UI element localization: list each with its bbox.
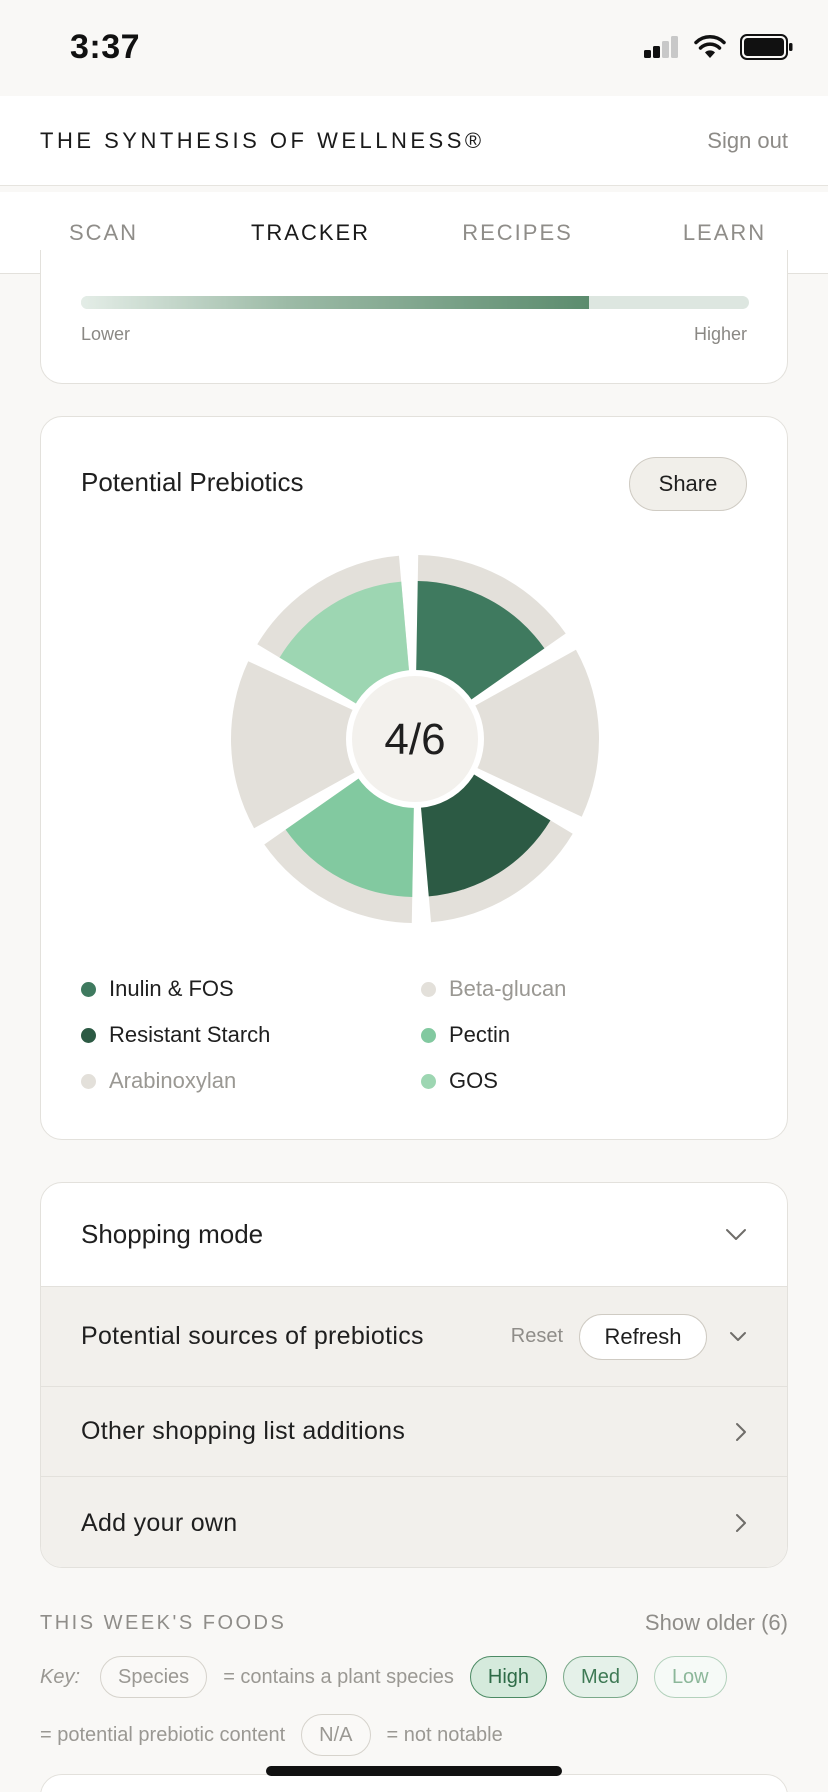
legend-label: Inulin & FOS <box>109 976 234 1001</box>
legend-item: Arabinoxylan <box>81 1068 421 1093</box>
med-pill: Med <box>563 1656 638 1698</box>
spectrum-lower-label: Lower <box>81 324 131 344</box>
reset-link[interactable]: Reset <box>511 1325 563 1348</box>
prebiotics-chart: 4/6 <box>231 555 599 923</box>
legend-dot <box>81 1073 96 1089</box>
prebiotics-card: Potential Prebiotics Share 4/6 Inulin & … <box>40 416 788 1140</box>
chevron-down-icon <box>726 1228 746 1240</box>
prebiotic-sources-row[interactable]: Potential sources of prebiotics Reset Re… <box>41 1287 787 1387</box>
prebiotic-score: 4/6 <box>384 715 445 764</box>
battery-icon <box>740 34 793 60</box>
other-additions-label: Other shopping list additions <box>81 1417 406 1445</box>
not-notable-description: = not notable <box>386 1723 503 1746</box>
key-label: Key: <box>40 1665 81 1688</box>
legend-dot <box>421 981 436 997</box>
show-older-link[interactable]: Show older (6) <box>645 1610 788 1636</box>
week-foods-title: THIS WEEK'S FOODS <box>40 1612 287 1634</box>
refresh-button[interactable]: Refresh <box>579 1313 707 1360</box>
brand-logo: THE SYNTHESIS OF WELLNESS® <box>40 127 485 153</box>
legend-item: GOS <box>421 1068 761 1093</box>
sign-out-link[interactable]: Sign out <box>707 128 788 154</box>
wifi-icon <box>694 35 726 58</box>
spectrum-bar-fill <box>81 296 589 309</box>
home-indicator <box>266 1766 562 1776</box>
legend-label: Arabinoxylan <box>109 1068 237 1093</box>
legend-label: Pectin <box>449 1022 511 1047</box>
legend-item: Beta-glucan <box>421 976 761 1001</box>
chevron-right-icon <box>736 1514 746 1532</box>
legend-label: Resistant Starch <box>109 1022 271 1047</box>
other-additions-row[interactable]: Other shopping list additions <box>41 1387 787 1477</box>
prebiotic-content-description: = potential prebiotic content <box>40 1723 286 1746</box>
legend-dot <box>81 981 96 997</box>
high-pill: High <box>469 1656 548 1698</box>
app-header: THE SYNTHESIS OF WELLNESS® Sign out <box>0 96 828 186</box>
na-pill: N/A <box>301 1714 371 1756</box>
status-bar: 3:37 <box>0 0 828 96</box>
spectrum-higher-label: Higher <box>693 324 747 344</box>
add-your-own-row[interactable]: Add your own <box>41 1477 787 1567</box>
prebiotic-sources-label: Potential sources of prebiotics <box>81 1322 424 1350</box>
add-your-own-label: Add your own <box>81 1508 238 1537</box>
food-list-card <box>40 1774 788 1792</box>
species-pill: Species <box>100 1656 208 1698</box>
spectrum-card: Lower Higher <box>40 250 788 384</box>
legend-item: Pectin <box>421 1022 761 1047</box>
spectrum-bar <box>81 296 749 309</box>
status-icons <box>644 34 794 60</box>
species-description: = contains a plant species <box>223 1665 454 1688</box>
share-button[interactable]: Share <box>629 457 747 511</box>
key-legend-line-1: Key: Species = contains a plant species … <box>40 1656 727 1698</box>
status-time: 3:37 <box>70 28 141 66</box>
prebiotics-title: Potential Prebiotics <box>81 467 304 497</box>
shopping-mode-title: Shopping mode <box>81 1219 264 1249</box>
shopping-card: Shopping mode Potential sources of prebi… <box>40 1182 788 1568</box>
legend-dot <box>81 1027 96 1043</box>
chevron-right-icon <box>736 1422 746 1441</box>
chevron-down-icon <box>730 1331 746 1341</box>
cellular-signal-icon <box>644 36 678 58</box>
shopping-mode-header[interactable]: Shopping mode <box>41 1183 787 1287</box>
legend-label: Beta-glucan <box>449 976 567 1001</box>
legend-item: Resistant Starch <box>81 1022 421 1047</box>
legend-dot <box>421 1027 436 1043</box>
legend-item: Inulin & FOS <box>81 976 421 1001</box>
legend-label: GOS <box>449 1068 498 1093</box>
prebiotic-sources-actions: Reset Refresh <box>511 1313 747 1360</box>
low-pill: Low <box>653 1656 727 1698</box>
key-legend-line-2: = potential prebiotic content N/A = not … <box>40 1714 519 1756</box>
legend-dot <box>421 1073 436 1089</box>
prebiotics-legend: Inulin & FOS Beta-glucan Resistant Starch P… <box>81 976 761 1093</box>
